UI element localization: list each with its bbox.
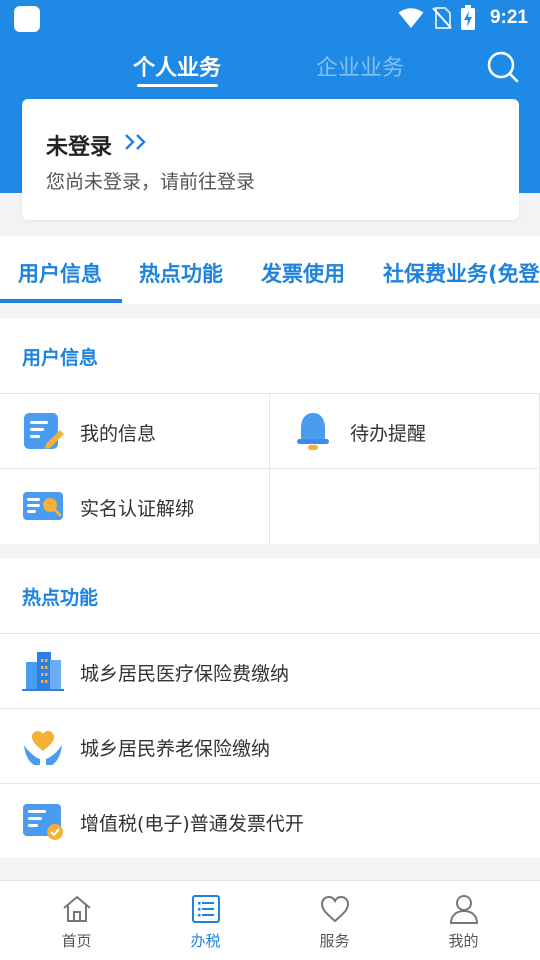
status-icons: 9:21 [398, 4, 528, 32]
double-chevron-right-icon [125, 134, 146, 150]
tab-personal[interactable]: 个人业务 [133, 50, 221, 82]
list-item-pension-insurance[interactable]: 城乡居民养老保险缴纳 [0, 708, 540, 783]
list-icon [191, 895, 220, 923]
list-item-label: 城乡居民医疗保险费缴纳 [80, 663, 290, 685]
no-sim-icon [432, 7, 452, 29]
login-card[interactable]: 未登录 您尚未登录，请前往登录 [22, 99, 519, 220]
heart-icon [320, 895, 349, 923]
hot-section: 热点功能 城乡居民医疗保险费缴纳 城乡居民养老保险缴纳 增值税(电子)普通发票代… [0, 558, 540, 858]
wifi-icon [398, 8, 424, 28]
list-item-vat-invoice[interactable]: 增值税(电子)普通发票代开 [0, 783, 540, 858]
grid-item-realname-unbind[interactable]: 实名认证解绑 [0, 468, 270, 543]
nav-home[interactable]: 首页 [9, 881, 144, 960]
login-title: 未登录 [46, 135, 113, 160]
category-tab-bar: 用户信息 热点功能 发票使用 社保费业务(免登 [0, 236, 540, 304]
nav-tax[interactable]: 办税 [138, 881, 273, 960]
person-icon [449, 895, 478, 924]
edit-document-icon [24, 413, 64, 449]
category-tab-user-info[interactable]: 用户信息 [18, 258, 102, 288]
bell-icon [297, 413, 329, 450]
grid-item-label: 实名认证解绑 [80, 498, 195, 520]
category-tab-social-security[interactable]: 社保费业务(免登 [383, 258, 540, 288]
tab-enterprise[interactable]: 企业业务 [316, 50, 404, 82]
category-tab-hot[interactable]: 热点功能 [139, 258, 223, 288]
status-bar: 9:21 [0, 0, 540, 36]
top-tab-bar: 个人业务 企业业务 [0, 36, 540, 98]
hot-title: 热点功能 [22, 587, 99, 609]
battery-charging-icon [460, 5, 475, 30]
grid-item-label: 我的信息 [80, 423, 157, 445]
login-subtitle: 您尚未登录，请前往登录 [46, 171, 256, 193]
nav-label: 我的 [448, 932, 479, 950]
buildings-icon [22, 652, 64, 691]
app-icon [14, 6, 40, 32]
user-info-title: 用户信息 [22, 347, 99, 369]
list-item-label: 城乡居民养老保险缴纳 [80, 738, 271, 760]
bottom-nav: 首页 办税 服务 我的 [0, 880, 540, 960]
grid-item-todo-reminder[interactable]: 待办提醒 [270, 393, 540, 468]
invoice-icon [23, 804, 63, 840]
category-tab-indicator [0, 299, 122, 303]
status-time: 9:21 [489, 7, 528, 28]
nav-service[interactable]: 服务 [267, 881, 402, 960]
heart-hands-icon [24, 731, 62, 765]
nav-label: 办税 [190, 932, 221, 950]
list-item-medical-insurance[interactable]: 城乡居民医疗保险费缴纳 [0, 633, 540, 708]
grid-item-empty [270, 468, 540, 543]
nav-label: 首页 [61, 932, 92, 950]
nav-mine[interactable]: 我的 [396, 881, 531, 960]
grid-divider [269, 393, 270, 544]
search-icon[interactable] [486, 50, 520, 84]
id-card-search-icon [23, 492, 63, 520]
list-item-label: 增值税(电子)普通发票代开 [80, 813, 304, 835]
tab-indicator [137, 84, 218, 87]
category-tab-invoice[interactable]: 发票使用 [261, 258, 345, 288]
home-icon [62, 895, 91, 922]
user-info-section: 用户信息 我的信息 待办提醒 实名认证解绑 [0, 318, 540, 544]
nav-label: 服务 [319, 932, 350, 950]
grid-item-label: 待办提醒 [350, 423, 427, 445]
grid-item-my-info[interactable]: 我的信息 [0, 393, 270, 468]
